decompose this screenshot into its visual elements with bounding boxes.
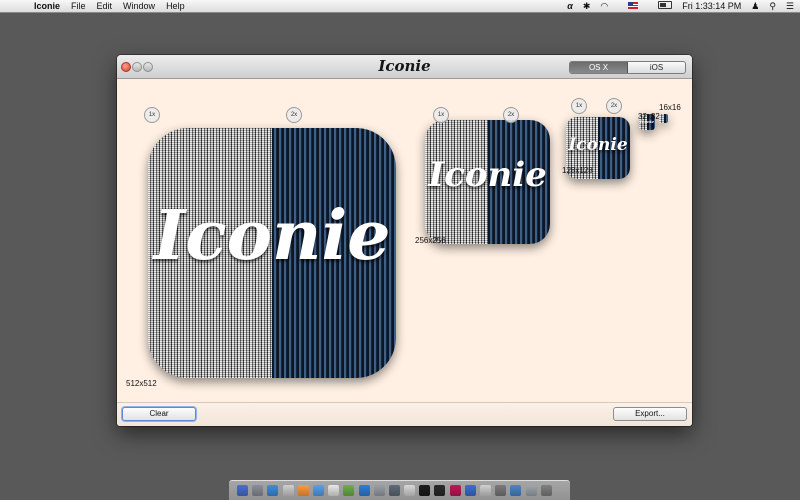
title-bar[interactable]: Iconie OS X iOS	[117, 55, 692, 79]
badge-2x-128[interactable]: 2x	[606, 98, 622, 114]
dock-app-icon[interactable]	[358, 485, 370, 496]
dock-app-icon[interactable]	[525, 485, 537, 496]
menu-window[interactable]: Window	[123, 0, 155, 12]
platform-segmented-control[interactable]: OS X iOS	[569, 61, 686, 74]
icon-preview-512[interactable]: Iconie	[148, 128, 396, 378]
size-label-256: 256x256	[415, 236, 446, 245]
badge-1x-256[interactable]: 1x	[433, 107, 449, 123]
icon-wordmark: Iconie	[568, 135, 628, 155]
icon-wordmark: Iconie	[153, 196, 391, 276]
dock-app-icon[interactable]	[434, 485, 446, 496]
segment-ios[interactable]: iOS	[628, 62, 685, 73]
size-label-32: 32x32	[638, 112, 660, 121]
dock-app-icon[interactable]	[388, 485, 400, 496]
dock-app-icon[interactable]	[252, 485, 264, 496]
dock-app-icon[interactable]	[464, 485, 476, 496]
clear-button[interactable]: Clear	[122, 407, 196, 421]
dock-app-icon[interactable]	[404, 485, 416, 496]
dock-app-icon[interactable]	[343, 485, 355, 496]
badge-2x-256[interactable]: 2x	[503, 107, 519, 123]
icon-preview-256[interactable]: Iconie	[425, 120, 550, 244]
menu-help[interactable]: Help	[166, 0, 185, 12]
user-icon[interactable]: ♟	[751, 0, 759, 12]
icon-wordmark: Iconie	[428, 155, 547, 195]
menu-app-name[interactable]: Iconie	[34, 0, 60, 12]
dock-app-icon[interactable]	[237, 485, 248, 496]
bluetooth-icon[interactable]: ✱	[583, 0, 591, 12]
dock-app-icon[interactable]	[540, 485, 552, 496]
dock-app-icon[interactable]	[297, 485, 309, 496]
dock-app-icon[interactable]	[373, 485, 385, 496]
export-button[interactable]: Export...	[613, 407, 687, 421]
menu-bar: Iconie File Edit Window Help α ✱ ◠ Fri 1…	[0, 0, 800, 13]
script-menu-icon[interactable]: α	[567, 0, 573, 12]
size-label-16: 16x16	[659, 103, 681, 112]
segment-osx[interactable]: OS X	[570, 62, 628, 73]
dock-app-icon[interactable]	[328, 485, 340, 496]
notification-center-icon[interactable]: ☰	[786, 0, 794, 12]
status-area: α ✱ ◠ Fri 1:33:14 PM ♟ ⚲ ☰	[557, 0, 794, 12]
menu-edit[interactable]: Edit	[97, 0, 113, 12]
size-label-512: 512x512	[126, 379, 157, 388]
dock-app-icon[interactable]	[282, 485, 294, 496]
us-flag-icon[interactable]	[618, 0, 639, 12]
dock-app-icon[interactable]	[480, 485, 491, 496]
dock-app-icon[interactable]	[449, 485, 461, 496]
dock-app-icon[interactable]	[267, 485, 279, 496]
battery-icon[interactable]	[648, 0, 673, 12]
menu-file[interactable]: File	[71, 0, 86, 12]
icon-preview-16[interactable]	[659, 114, 668, 123]
dock	[229, 480, 570, 500]
badge-1x-512[interactable]: 1x	[144, 107, 160, 123]
clock[interactable]: Fri 1:33:14 PM	[682, 0, 741, 12]
badge-1x-128[interactable]: 1x	[571, 98, 587, 114]
dock-app-icon[interactable]	[510, 485, 522, 496]
wifi-icon[interactable]: ◠	[600, 0, 608, 12]
dock-app-icon[interactable]	[419, 485, 431, 496]
dock-app-icon[interactable]	[312, 485, 324, 496]
badge-2x-512[interactable]: 2x	[286, 107, 302, 123]
iconie-window: Iconie OS X iOS Iconie 1x 2x 512x512 Ico…	[117, 55, 692, 426]
bottom-toolbar: Clear Export...	[117, 402, 692, 426]
spotlight-icon[interactable]: ⚲	[769, 0, 776, 12]
icon-preview-area: Iconie 1x 2x 512x512 Iconie 1x 2x 256x25…	[117, 78, 692, 403]
dock-app-icon[interactable]	[495, 485, 507, 496]
size-label-128: 128x128	[562, 166, 593, 175]
